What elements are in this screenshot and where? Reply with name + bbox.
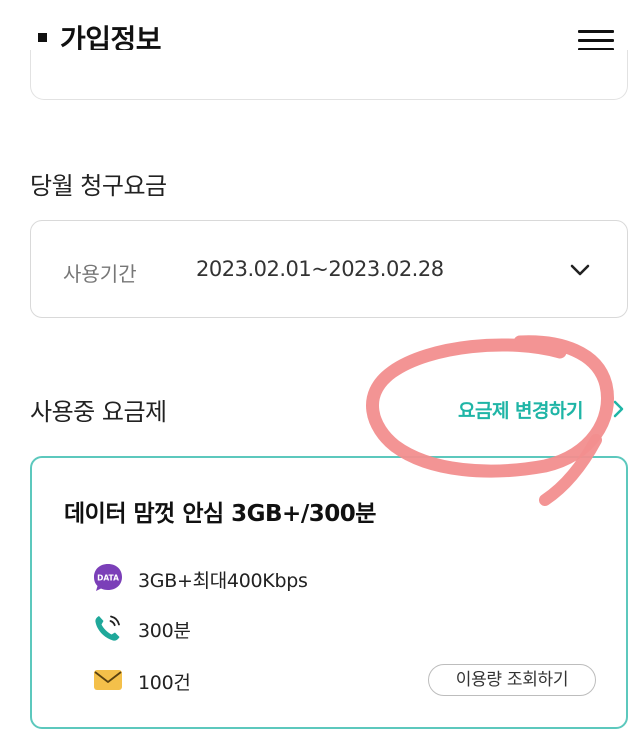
view-usage-button[interactable]: 이용량 조회하기	[428, 664, 596, 696]
feature-voice-text: 300분	[138, 620, 191, 642]
usage-period-value: 2023.02.01~2023.02.28	[196, 257, 444, 281]
data-icon: DATA	[94, 564, 122, 591]
feature-message-text: 100건	[138, 672, 191, 694]
change-plan-link[interactable]: 요금제 변경하기	[458, 396, 583, 423]
plan-section-title: 사용중 요금제	[30, 398, 167, 426]
plan-name: 데이터 맘껏 안심 3GB+/300분	[64, 501, 376, 527]
billing-section-title: 당월 청구요금	[30, 172, 167, 200]
chevron-down-icon	[570, 264, 590, 276]
feature-data-text: 3GB+최대400Kbps	[138, 570, 308, 592]
current-plan-card: 데이터 맘껏 안심 3GB+/300분 DATA 3GB+최대400Kbps 3…	[30, 456, 628, 729]
usage-period-label: 사용기간	[63, 262, 137, 286]
data-icon-label: DATA	[97, 574, 119, 583]
phone-icon	[95, 615, 120, 641]
usage-period-dropdown[interactable]: 사용기간 2023.02.01~2023.02.28	[30, 220, 628, 318]
previous-card-bottom	[30, 50, 628, 100]
chevron-right-icon[interactable]	[612, 398, 626, 420]
message-icon	[94, 670, 122, 690]
title-bullet	[38, 33, 47, 42]
